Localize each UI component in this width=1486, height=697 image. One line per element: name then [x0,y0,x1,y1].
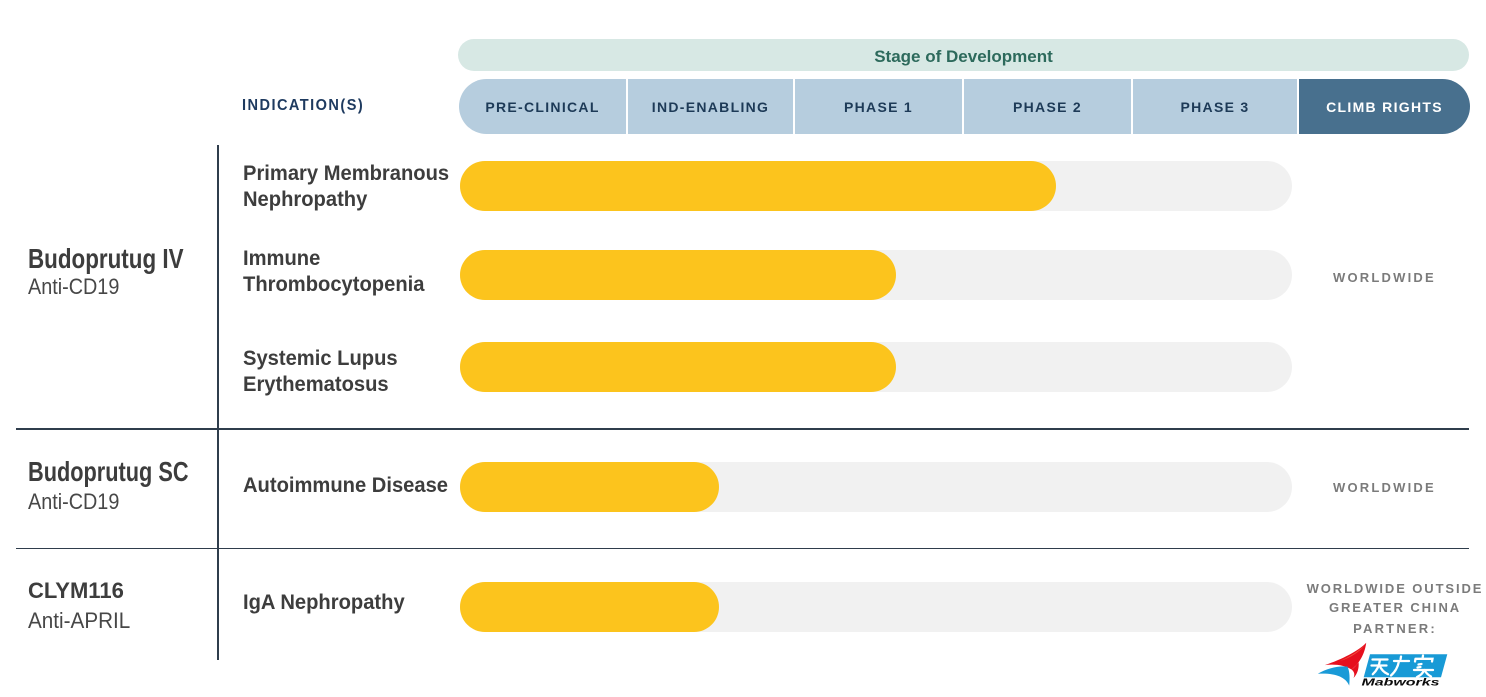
svg-text:Mabworks: Mabworks [1362,678,1441,689]
